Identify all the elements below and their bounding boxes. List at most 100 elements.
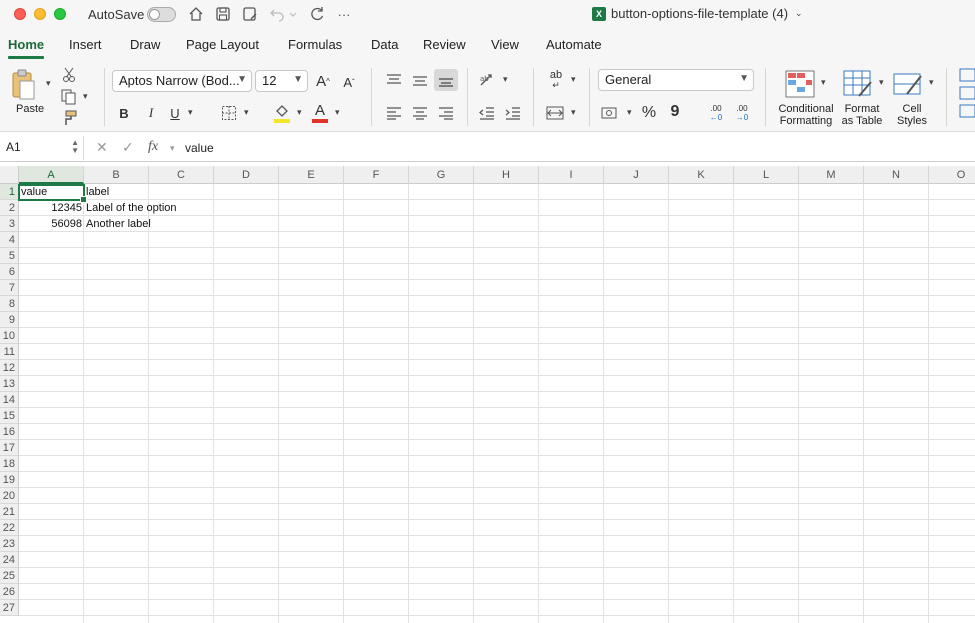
- row-header[interactable]: 18: [0, 456, 19, 472]
- fill-color-icon[interactable]: [273, 102, 291, 124]
- borders-icon[interactable]: [220, 104, 238, 122]
- copy-dropdown-icon[interactable]: ▾: [83, 91, 88, 102]
- align-left-icon[interactable]: [385, 105, 403, 121]
- close-window-button[interactable]: [14, 8, 26, 20]
- row-header[interactable]: 7: [0, 280, 19, 296]
- orientation-icon[interactable]: ab: [478, 71, 498, 89]
- conditional-formatting-button[interactable]: Conditional Formatting: [775, 103, 837, 127]
- document-title[interactable]: X button-options-file-template (4) ⌄: [592, 6, 803, 21]
- row-header[interactable]: 10: [0, 328, 19, 344]
- row-header[interactable]: 11: [0, 344, 19, 360]
- align-top-icon[interactable]: [385, 72, 403, 88]
- format-as-table-icon[interactable]: [843, 70, 873, 98]
- row-header[interactable]: 17: [0, 440, 19, 456]
- undo-icon[interactable]: [268, 5, 286, 23]
- row-header[interactable]: 2: [0, 200, 19, 216]
- merge-dropdown-icon[interactable]: ▾: [571, 107, 576, 118]
- column-header[interactable]: G: [409, 166, 474, 184]
- merge-center-icon[interactable]: [545, 104, 565, 122]
- percent-button[interactable]: %: [640, 104, 658, 122]
- borders-dropdown-icon[interactable]: ▾: [244, 107, 249, 118]
- active-cell-selection[interactable]: [18, 184, 87, 203]
- accounting-dropdown-icon[interactable]: ▾: [627, 107, 632, 118]
- column-header[interactable]: H: [474, 166, 539, 184]
- column-header[interactable]: K: [669, 166, 734, 184]
- tab-page-layout[interactable]: Page Layout: [186, 37, 259, 52]
- fill-color-dropdown-icon[interactable]: ▾: [297, 107, 302, 118]
- row-header[interactable]: 26: [0, 584, 19, 600]
- italic-button[interactable]: I: [143, 104, 159, 122]
- column-header[interactable]: L: [734, 166, 799, 184]
- wrap-dropdown-icon[interactable]: ▾: [571, 74, 576, 85]
- column-header[interactable]: D: [214, 166, 279, 184]
- row-header[interactable]: 15: [0, 408, 19, 424]
- row-header[interactable]: 22: [0, 520, 19, 536]
- save-as-icon[interactable]: [241, 5, 259, 23]
- row-header[interactable]: 4: [0, 232, 19, 248]
- align-bottom-icon[interactable]: [434, 69, 458, 91]
- align-middle-icon[interactable]: [411, 72, 429, 88]
- tab-data[interactable]: Data: [371, 37, 398, 52]
- row-header[interactable]: 20: [0, 488, 19, 504]
- align-center-icon[interactable]: [411, 105, 429, 121]
- font-color-dropdown-icon[interactable]: ▾: [335, 107, 340, 118]
- cell-B3[interactable]: Another label: [84, 216, 214, 232]
- decrease-decimal-button[interactable]: .00 →0: [731, 103, 753, 123]
- fx-dropdown-icon[interactable]: ▾: [170, 143, 175, 154]
- row-header[interactable]: 9: [0, 312, 19, 328]
- tab-formulas[interactable]: Formulas: [288, 37, 342, 52]
- decrease-indent-icon[interactable]: [478, 105, 496, 121]
- cancel-icon[interactable]: ✕: [96, 139, 108, 156]
- row-header[interactable]: 3: [0, 216, 19, 232]
- wrap-text-button[interactable]: ab ↵: [545, 70, 567, 91]
- cell-styles-button[interactable]: Cell Styles: [892, 103, 932, 127]
- tab-draw[interactable]: Draw: [130, 37, 160, 52]
- increase-indent-icon[interactable]: [504, 105, 522, 121]
- cell-styles-dropdown-icon[interactable]: ▾: [929, 77, 934, 88]
- row-header[interactable]: 8: [0, 296, 19, 312]
- font-size-select[interactable]: 12 ▼: [255, 70, 308, 92]
- orientation-dropdown-icon[interactable]: ▾: [503, 74, 508, 85]
- row-header[interactable]: 13: [0, 376, 19, 392]
- accounting-format-icon[interactable]: [601, 104, 621, 122]
- tab-home[interactable]: Home: [8, 37, 45, 59]
- copy-icon[interactable]: [60, 89, 78, 105]
- conditional-dropdown-icon[interactable]: ▾: [821, 77, 826, 88]
- row-header[interactable]: 6: [0, 264, 19, 280]
- decrease-font-size-button[interactable]: Aˇ: [340, 73, 358, 91]
- column-header[interactable]: F: [344, 166, 409, 184]
- bold-button[interactable]: B: [116, 104, 132, 122]
- row-header[interactable]: 14: [0, 392, 19, 408]
- cell-B1[interactable]: label: [84, 184, 149, 200]
- column-header[interactable]: N: [864, 166, 929, 184]
- redo-icon[interactable]: [308, 5, 326, 23]
- row-header[interactable]: 19: [0, 472, 19, 488]
- more-icon[interactable]: ···: [335, 5, 353, 23]
- minimize-window-button[interactable]: [34, 8, 46, 20]
- column-header[interactable]: M: [799, 166, 864, 184]
- save-icon[interactable]: [214, 5, 232, 23]
- row-header[interactable]: 12: [0, 360, 19, 376]
- cell-area[interactable]: [19, 184, 975, 623]
- column-header[interactable]: C: [149, 166, 214, 184]
- tab-insert[interactable]: Insert: [69, 37, 102, 52]
- paste-label[interactable]: Paste: [16, 103, 44, 115]
- insert-function-icon[interactable]: fx: [148, 139, 158, 155]
- conditional-formatting-icon[interactable]: [785, 70, 815, 98]
- column-header[interactable]: E: [279, 166, 344, 184]
- row-header[interactable]: 16: [0, 424, 19, 440]
- increase-decimal-button[interactable]: .00 ←0: [705, 103, 727, 123]
- cells-group-icons[interactable]: [958, 68, 975, 126]
- row-header[interactable]: 1: [0, 184, 19, 200]
- row-header[interactable]: 21: [0, 504, 19, 520]
- column-header[interactable]: I: [539, 166, 604, 184]
- row-header[interactable]: 5: [0, 248, 19, 264]
- cell-A3[interactable]: 56098: [19, 216, 84, 232]
- comma-style-button[interactable]: 9: [668, 102, 682, 122]
- align-right-icon[interactable]: [437, 105, 455, 121]
- cut-icon[interactable]: [62, 67, 76, 83]
- row-header[interactable]: 24: [0, 552, 19, 568]
- number-format-select[interactable]: General ▼: [598, 69, 754, 91]
- tab-review[interactable]: Review: [423, 37, 466, 52]
- column-header[interactable]: A: [19, 166, 84, 184]
